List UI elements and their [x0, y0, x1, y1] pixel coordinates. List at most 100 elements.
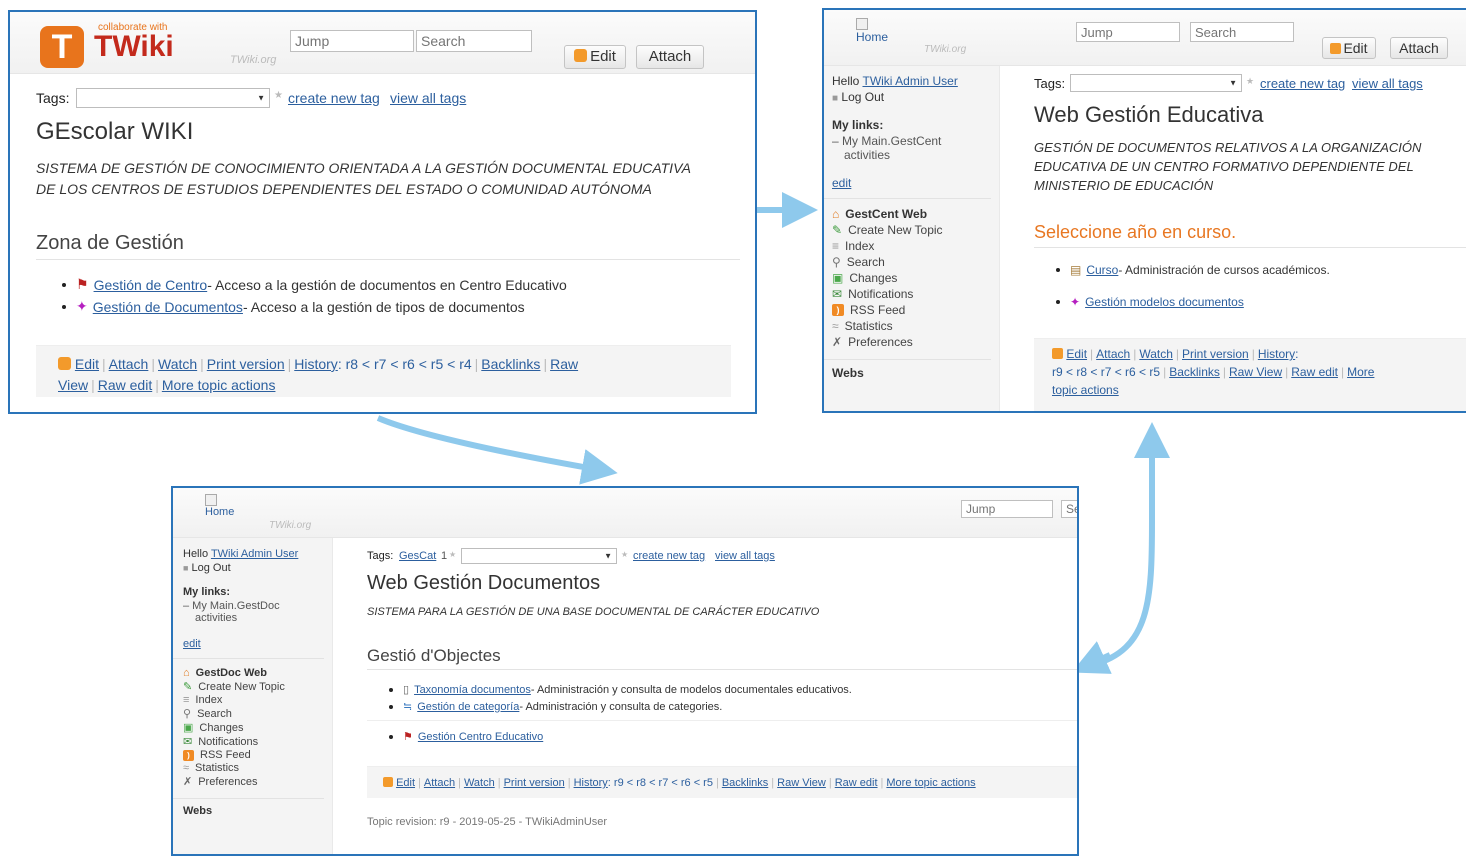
- search-icon: ⚲: [183, 708, 192, 720]
- toolbar-raw-link[interactable]: Raw: [550, 356, 578, 372]
- toolbar-raw-edit-link[interactable]: Raw edit: [98, 377, 152, 393]
- logout-line[interactable]: ■ Log Out: [832, 90, 999, 104]
- chevron-down-icon: ▼: [604, 551, 612, 561]
- toolbar-print-link[interactable]: Print version: [504, 777, 565, 789]
- sidebar-edit-link[interactable]: edit: [832, 176, 999, 190]
- sidebar-web-home[interactable]: ⌂ GestCent Web: [832, 207, 999, 221]
- section-rule: [36, 259, 740, 260]
- sidebar-item-preferences[interactable]: ✗ Preferences: [832, 335, 999, 349]
- sidebar-item-create-new-topic[interactable]: ✎ Create New Topic: [183, 680, 332, 694]
- search-input[interactable]: [1190, 22, 1294, 42]
- sidebar-item-notifications[interactable]: ✉ Notifications: [183, 735, 332, 749]
- toolbar-edit-link[interactable]: Edit: [75, 356, 99, 372]
- create-new-tag-link[interactable]: create new tag: [633, 550, 705, 562]
- sidebar-item-index[interactable]: ≡ Index: [183, 694, 332, 706]
- tag-gescat-link[interactable]: GesCat: [399, 550, 436, 562]
- curso-link[interactable]: Curso: [1086, 263, 1118, 277]
- sidebar-item-rss-feed[interactable]: ) RSS Feed: [183, 749, 332, 761]
- toolbar-history-link[interactable]: History: [574, 777, 608, 789]
- create-new-tag-link[interactable]: create new tag: [1260, 76, 1345, 91]
- twiki-logo-mark: T: [40, 26, 84, 68]
- wrench-icon: ✗: [832, 335, 843, 349]
- tags-label: Tags:: [36, 90, 70, 106]
- toolbar-watch-link[interactable]: Watch: [1139, 347, 1173, 361]
- list-item-text: - Acceso a la gestión de tipos de docume…: [242, 298, 525, 315]
- gestion-de-centro-link[interactable]: Gestión de Centro: [94, 277, 208, 293]
- sidebar-item-changes[interactable]: ▣ Changes: [832, 271, 999, 285]
- view-all-tags-link[interactable]: view all tags: [1352, 76, 1423, 91]
- jump-input[interactable]: [290, 30, 414, 52]
- taxonomia-link[interactable]: Taxonomía documentos: [414, 684, 531, 696]
- toolbar-watch-link[interactable]: Watch: [158, 356, 197, 372]
- search-input[interactable]: [416, 30, 532, 52]
- toolbar-topic-actions-link[interactable]: topic actions: [1052, 383, 1119, 397]
- sidebar-item-create-new-topic[interactable]: ✎ Create New Topic: [832, 223, 999, 237]
- toolbar-more-link[interactable]: More: [1347, 365, 1374, 379]
- home-logo[interactable]: Home: [205, 494, 234, 518]
- list-item-text: - Administración de cursos académicos.: [1118, 263, 1330, 277]
- attach-button[interactable]: Attach: [1390, 37, 1448, 59]
- toolbar-watch-link[interactable]: Watch: [464, 777, 495, 789]
- toolbar-attach-link[interactable]: Attach: [109, 356, 149, 372]
- user-link[interactable]: TWiki Admin User: [211, 548, 298, 560]
- gestion-categoria-link[interactable]: Gestión de categoría: [417, 701, 519, 713]
- toolbar-attach-link[interactable]: Attach: [424, 777, 455, 789]
- toolbar-print-link[interactable]: Print version: [207, 356, 285, 372]
- toolbar-more-link[interactable]: More topic actions: [162, 377, 276, 393]
- page-description-line2: DE LOS CENTROS DE ESTUDIOS DEPENDIENTES …: [36, 181, 652, 197]
- search-input[interactable]: [1061, 500, 1077, 518]
- gestion-modelos-link[interactable]: Gestión modelos documentos: [1085, 295, 1244, 309]
- toolbar-attach-link[interactable]: Attach: [1096, 347, 1130, 361]
- toolbar-edit-link[interactable]: Edit: [1066, 347, 1087, 361]
- my-links-item[interactable]: – My Main.GestCent activities: [832, 134, 999, 162]
- tags-row: Tags: ▼ ★ create new tag view all tags: [36, 88, 536, 108]
- jump-input[interactable]: [1076, 22, 1180, 42]
- toolbar-edit-link[interactable]: Edit: [396, 777, 415, 789]
- home-logo[interactable]: Home: [856, 16, 888, 44]
- edit-button[interactable]: Edit: [564, 45, 626, 69]
- twiki-logo[interactable]: T collaborate with TWiki: [40, 18, 200, 68]
- toolbar-raw-edit-link[interactable]: Raw edit: [835, 777, 878, 789]
- toolbar-more-link[interactable]: More topic actions: [886, 777, 975, 789]
- gestion-de-documentos-link[interactable]: Gestión de Documentos: [93, 299, 243, 315]
- sidebar-item-search[interactable]: ⚲ Search: [832, 255, 999, 269]
- sidebar-item-rss-feed[interactable]: ) RSS Feed: [832, 303, 999, 317]
- tags-select[interactable]: ▼: [461, 548, 617, 564]
- logout-text: Log Out: [191, 562, 231, 574]
- sidebar-item-changes[interactable]: ▣ Changes: [183, 721, 332, 735]
- tags-select[interactable]: ▼: [1070, 74, 1242, 92]
- toolbar-raw-view-link[interactable]: Raw View: [1229, 365, 1282, 379]
- attach-button[interactable]: Attach: [636, 45, 704, 69]
- sidebar-edit-link[interactable]: edit: [183, 638, 332, 650]
- tags-select[interactable]: ▼: [76, 88, 270, 108]
- sidebar-web-home[interactable]: ⌂ GestDoc Web: [183, 667, 332, 679]
- rss-icon: ): [832, 304, 844, 316]
- sidebar-item-preferences[interactable]: ✗ Preferences: [183, 775, 332, 789]
- logout-line[interactable]: ■ Log Out: [183, 562, 332, 574]
- view-all-tags-link[interactable]: view all tags: [390, 90, 466, 106]
- sidebar-item-search[interactable]: ⚲ Search: [183, 707, 332, 721]
- toolbar-history-link[interactable]: History: [1258, 347, 1295, 361]
- twiki-org-label: TWiki.org: [230, 54, 277, 66]
- sidebar-divider: [173, 658, 324, 659]
- my-links-item[interactable]: – My Main.GestDoc activities: [183, 600, 332, 624]
- sidebar-item-index[interactable]: ≡ Index: [832, 239, 999, 253]
- view-all-tags-link[interactable]: view all tags: [715, 550, 775, 562]
- create-new-tag-link[interactable]: create new tag: [288, 90, 380, 106]
- sidebar-item-statistics[interactable]: ≈ Statistics: [832, 319, 999, 333]
- toolbar-raw-edit-link[interactable]: Raw edit: [1291, 365, 1338, 379]
- user-link[interactable]: TWiki Admin User: [862, 74, 957, 88]
- toolbar-view-link[interactable]: View: [58, 377, 88, 393]
- toolbar-backlinks-link[interactable]: Backlinks: [481, 356, 540, 372]
- gestion-centro-educativo-link[interactable]: Gestión Centro Educativo: [418, 731, 543, 743]
- toolbar-backlinks-link[interactable]: Backlinks: [722, 777, 768, 789]
- toolbar-print-link[interactable]: Print version: [1182, 347, 1249, 361]
- sidebar-item-statistics[interactable]: ≈ Statistics: [183, 762, 332, 774]
- toolbar-backlinks-link[interactable]: Backlinks: [1169, 365, 1220, 379]
- toolbar-raw-view-link[interactable]: Raw View: [777, 777, 826, 789]
- topic-action-toolbar: Edit | Attach | Watch | Print version | History:…: [1034, 338, 1466, 411]
- sidebar-item-notifications[interactable]: ✉ Notifications: [832, 287, 999, 301]
- toolbar-history-link[interactable]: History: [294, 356, 338, 372]
- jump-input[interactable]: [961, 500, 1053, 518]
- edit-button[interactable]: Edit: [1322, 37, 1376, 59]
